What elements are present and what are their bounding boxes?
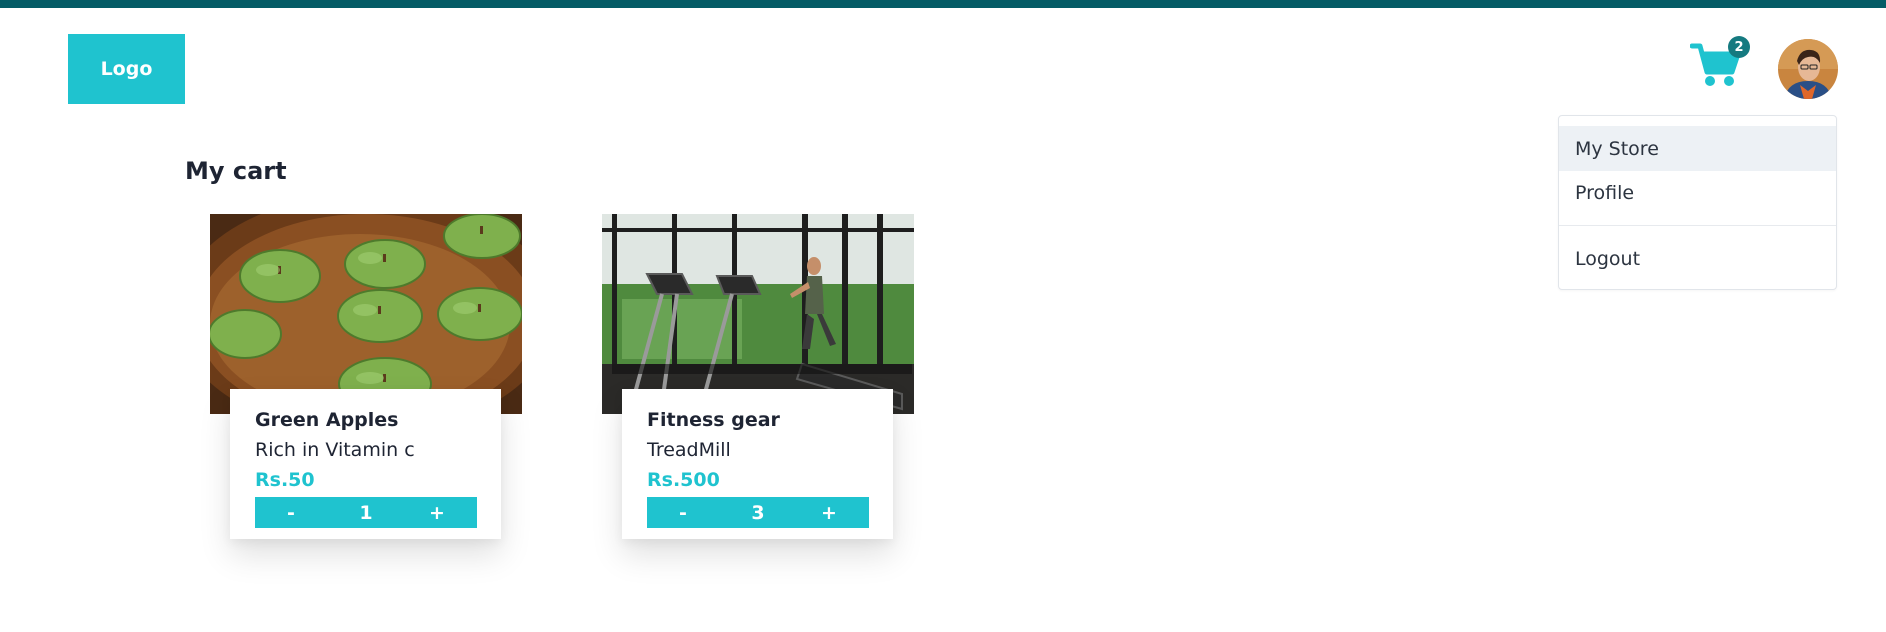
quantity-stepper: - 3 + bbox=[647, 497, 869, 528]
cart-count-badge: 2 bbox=[1728, 36, 1750, 58]
quantity-value: 3 bbox=[751, 501, 765, 524]
cart-item-details: Green Apples Rich in Vitamin c Rs.50 - 1… bbox=[230, 389, 501, 539]
cart-button[interactable]: 2 bbox=[1690, 36, 1750, 92]
product-price: Rs.50 bbox=[255, 469, 315, 491]
product-name: Green Apples bbox=[255, 409, 399, 431]
increase-quantity-button[interactable]: + bbox=[417, 497, 457, 528]
user-dropdown-menu: My Store Profile Logout bbox=[1558, 115, 1837, 290]
product-image bbox=[602, 214, 914, 414]
menu-divider bbox=[1559, 225, 1836, 226]
page-title: My cart bbox=[185, 157, 287, 185]
cart-item-card: Green Apples Rich in Vitamin c Rs.50 - 1… bbox=[210, 214, 522, 539]
cart-item-details: Fitness gear TreadMill Rs.500 - 3 + bbox=[622, 389, 893, 539]
menu-item-profile[interactable]: Profile bbox=[1559, 170, 1836, 215]
cart-item-card: Fitness gear TreadMill Rs.500 - 3 + bbox=[602, 214, 914, 539]
product-image bbox=[210, 214, 522, 414]
user-avatar[interactable] bbox=[1778, 39, 1838, 99]
product-description: TreadMill bbox=[647, 439, 731, 461]
menu-item-my-store[interactable]: My Store bbox=[1559, 126, 1836, 171]
product-name: Fitness gear bbox=[647, 409, 780, 431]
product-price: Rs.500 bbox=[647, 469, 720, 491]
decrease-quantity-button[interactable]: - bbox=[271, 497, 311, 528]
increase-quantity-button[interactable]: + bbox=[809, 497, 849, 528]
product-description: Rich in Vitamin c bbox=[255, 439, 415, 461]
logo[interactable]: Logo bbox=[68, 34, 185, 104]
decrease-quantity-button[interactable]: - bbox=[663, 497, 703, 528]
quantity-stepper: - 1 + bbox=[255, 497, 477, 528]
top-accent-bar bbox=[0, 0, 1886, 8]
menu-item-logout[interactable]: Logout bbox=[1559, 236, 1836, 281]
quantity-value: 1 bbox=[359, 501, 373, 524]
